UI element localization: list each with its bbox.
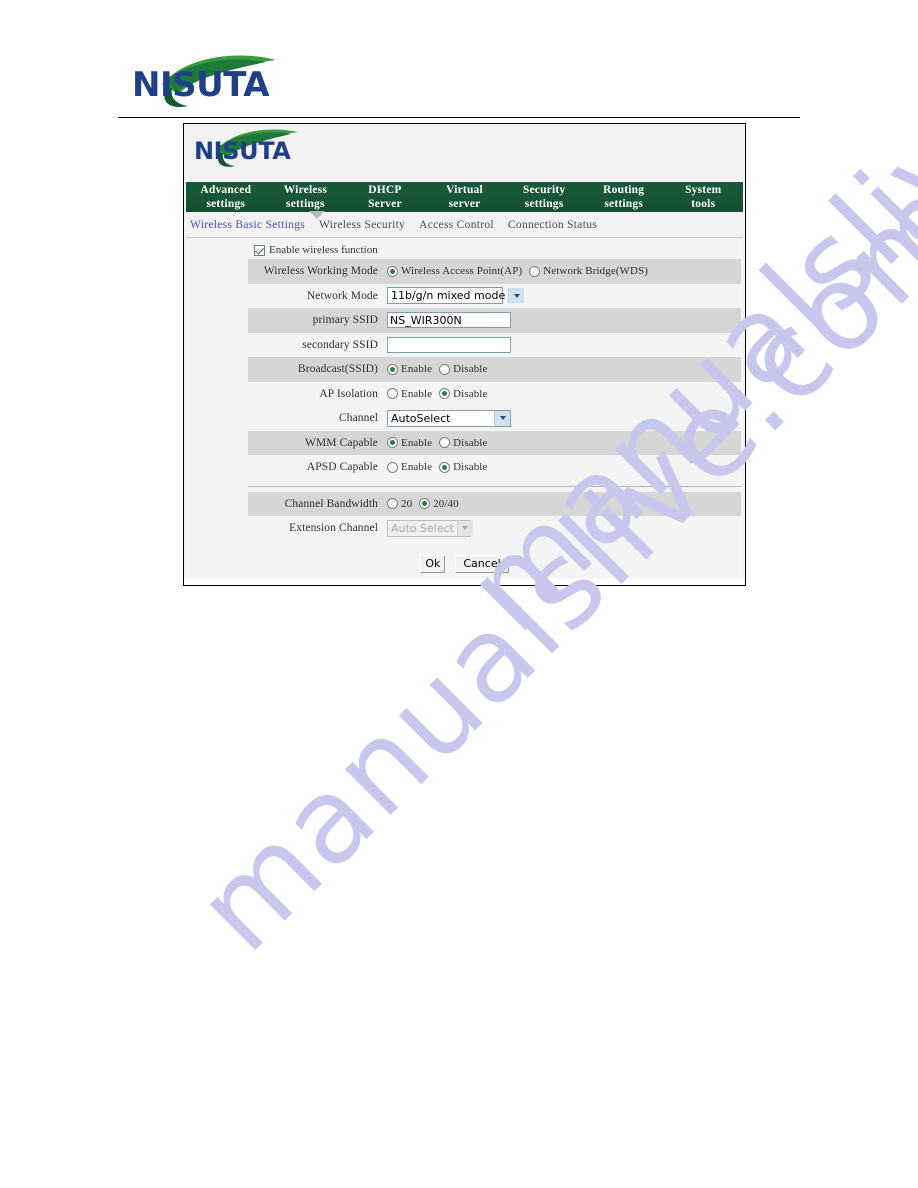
header-divider	[118, 117, 800, 118]
radio-dot-network-bridge	[529, 265, 541, 277]
radio-wmm-disable[interactable]: Disable	[439, 437, 487, 449]
radio-ap-isolation-enable[interactable]: Enable	[387, 388, 432, 400]
radio-apsd-enable[interactable]: Enable	[387, 461, 432, 473]
extension-channel-select: Auto Select	[387, 519, 473, 537]
row-secondary-ssid: secondary SSID	[248, 333, 741, 358]
router-admin-screenshot: NISUTA Advanced settings Wireless settin…	[183, 123, 746, 586]
row-channel: Channel AutoSelect	[248, 406, 741, 431]
sub-navigation: Wireless Basic Settings Wireless Securit…	[184, 212, 745, 235]
radio-dot-broadcast-disable	[439, 363, 451, 375]
screenshot-footer-strip	[184, 578, 745, 585]
row-broadcast-ssid: Broadcast(SSID) Enable Disable	[248, 357, 741, 382]
label-broadcast-ssid: Broadcast(SSID)	[297, 363, 378, 376]
cancel-button[interactable]: Cancel	[455, 554, 509, 573]
main-navigation: Advanced settings Wireless settings DHCP…	[186, 182, 743, 219]
label-extension-channel: Extension Channel	[289, 522, 378, 535]
radio-dot-broadcast-enable	[387, 363, 398, 375]
enable-wireless-label: Enable wireless function	[269, 244, 378, 256]
radio-ap-isolation-disable[interactable]: Disable	[439, 388, 487, 400]
row-wireless-working-mode: Wireless Working Mode Wireless Access Po…	[248, 259, 741, 284]
svg-text:NISUTA: NISUTA	[132, 65, 270, 105]
router-logo-band: NISUTA	[184, 124, 745, 182]
nav-item-system-tools[interactable]: System tools	[663, 182, 743, 212]
radio-dot-ap-isolation-enable	[387, 388, 398, 400]
radio-broadcast-enable[interactable]: Enable	[387, 363, 432, 375]
radio-wireless-access-point[interactable]: Wireless Access Point(AP)	[387, 265, 522, 277]
subnav-item-wireless-security[interactable]: Wireless Security	[319, 219, 405, 231]
nav-item-dhcp-server[interactable]: DHCP Server	[345, 182, 425, 212]
form-actions: Ok Cancel	[186, 554, 743, 573]
radio-dot-access-point	[387, 265, 398, 277]
radio-dot-apsd-disable	[439, 461, 451, 473]
radio-dot-bandwidth-20-40	[419, 498, 431, 510]
label-wireless-working-mode: Wireless Working Mode	[263, 265, 378, 278]
radio-bandwidth-20-40[interactable]: 20/40	[419, 498, 459, 510]
row-network-mode: Network Mode 11b/g/n mixed mode	[248, 284, 741, 309]
label-secondary-ssid: secondary SSID	[302, 338, 378, 351]
nav-item-security-settings[interactable]: Security settings	[504, 182, 584, 212]
row-extension-channel: Extension Channel Auto Select	[248, 516, 741, 541]
network-mode-select[interactable]: 11b/g/n mixed mode	[387, 287, 525, 305]
radio-dot-bandwidth-20	[387, 498, 398, 510]
secondary-ssid-input[interactable]	[387, 336, 511, 353]
row-primary-ssid: primary SSID	[248, 308, 741, 333]
router-brand-logo: NISUTA	[190, 128, 318, 176]
radio-dot-ap-isolation-disable	[439, 388, 451, 400]
wireless-basic-settings-form: Enable wireless function Wireless Workin…	[186, 237, 743, 577]
form-row-group-main: Wireless Working Mode Wireless Access Po…	[248, 259, 741, 480]
subnav-item-connection-status[interactable]: Connection Status	[508, 219, 597, 231]
enable-wireless-checkbox[interactable]	[254, 244, 265, 256]
nav-item-wireless-settings[interactable]: Wireless settings	[266, 182, 346, 212]
subnav-item-access-control[interactable]: Access Control	[419, 219, 494, 231]
svg-text:NISUTA: NISUTA	[194, 137, 291, 165]
radio-wmm-enable[interactable]: Enable	[387, 437, 432, 449]
chevron-down-icon	[494, 410, 510, 426]
row-ap-isolation: AP Isolation Enable Disable	[248, 382, 741, 407]
radio-broadcast-disable[interactable]: Disable	[439, 363, 487, 375]
primary-ssid-input[interactable]	[387, 312, 511, 329]
chevron-down-icon	[456, 520, 473, 536]
radio-bandwidth-20[interactable]: 20	[387, 498, 412, 510]
active-tab-arrow-icon	[309, 211, 325, 219]
radio-apsd-disable[interactable]: Disable	[439, 461, 487, 473]
label-network-mode: Network Mode	[306, 289, 378, 302]
row-wmm-capable: WMM Capable Enable Disable	[248, 430, 741, 455]
radio-dot-apsd-enable	[387, 461, 398, 473]
radio-dot-wmm-disable	[439, 437, 451, 449]
label-channel-bandwidth: Channel Bandwidth	[284, 497, 378, 510]
radio-network-bridge-wds[interactable]: Network Bridge(WDS)	[529, 265, 648, 277]
channel-select[interactable]: AutoSelect	[387, 409, 511, 427]
page-brand-logo: NISUTA	[126, 54, 306, 110]
subnav-item-wireless-basic-settings[interactable]: Wireless Basic Settings	[190, 219, 305, 231]
form-group-divider	[248, 485, 741, 487]
nav-item-virtual-server[interactable]: Virtual server	[425, 182, 505, 212]
enable-wireless-row: Enable wireless function	[186, 242, 743, 259]
row-channel-bandwidth: Channel Bandwidth 20 20/40	[248, 491, 741, 516]
label-channel: Channel	[338, 412, 378, 425]
label-apsd-capable: APSD Capable	[306, 461, 378, 474]
label-ap-isolation: AP Isolation	[319, 387, 378, 400]
label-primary-ssid: primary SSID	[312, 314, 378, 327]
form-row-group-bandwidth: Channel Bandwidth 20 20/40 Extension Cha…	[248, 491, 741, 541]
chevron-down-icon	[508, 288, 525, 304]
label-wmm-capable: WMM Capable	[305, 436, 378, 449]
radio-dot-wmm-enable	[387, 437, 398, 449]
nav-item-routing-settings[interactable]: Routing settings	[584, 182, 664, 212]
ok-button[interactable]: Ok	[420, 554, 446, 573]
nav-item-advanced-settings[interactable]: Advanced settings	[186, 182, 266, 212]
row-apsd-capable: APSD Capable Enable Disable	[248, 455, 741, 480]
